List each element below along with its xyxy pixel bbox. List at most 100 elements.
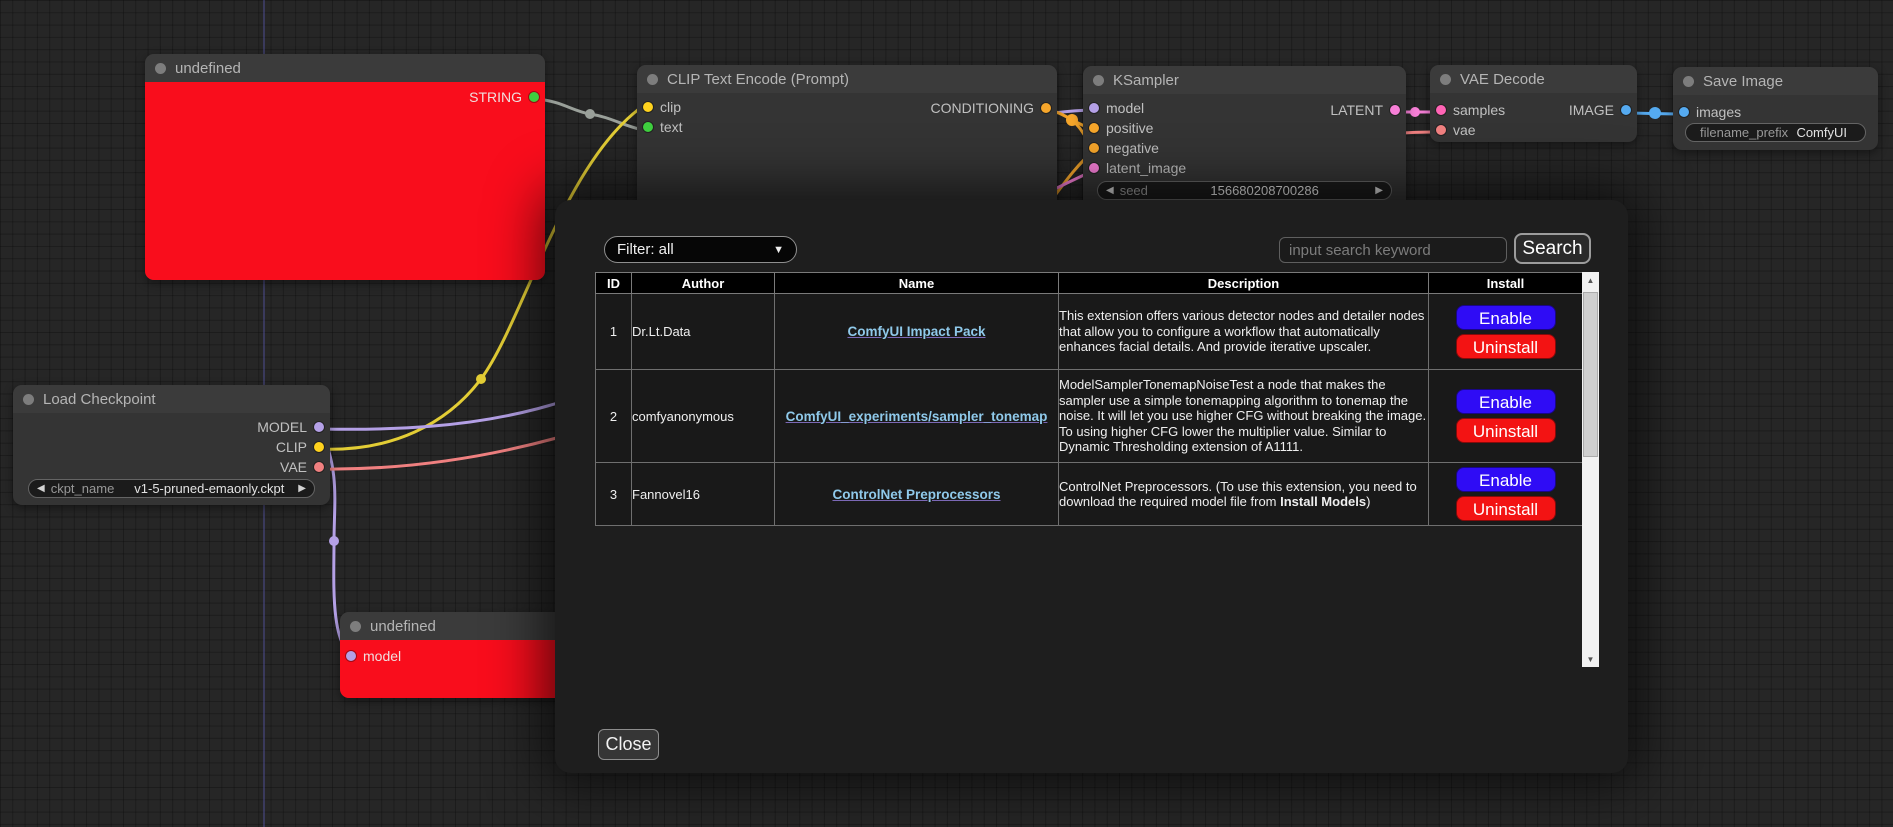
uninstall-button[interactable]: Uninstall: [1456, 496, 1556, 521]
wire-conditioning-reroute-dot: [1066, 114, 1078, 126]
filename-prefix-widget[interactable]: filename_prefix ComfyUI: [1685, 123, 1866, 142]
node-collapse-dot[interactable]: [23, 394, 34, 405]
input-port-vae[interactable]: vae: [1436, 123, 1476, 137]
node-collapse-dot[interactable]: [1683, 76, 1694, 87]
node-title: CLIP Text Encode (Prompt): [667, 71, 849, 88]
cell-description: ModelSamplerTonemapNoiseTest a node that…: [1059, 370, 1429, 463]
node-titlebar[interactable]: KSampler: [1083, 66, 1406, 94]
output-port-vae[interactable]: VAE: [280, 460, 324, 474]
table-scrollbar[interactable]: ▲ ▼: [1582, 272, 1599, 667]
cell-author: comfyanonymous: [632, 370, 775, 463]
cell-description: This extension offers various detector n…: [1059, 294, 1429, 370]
input-port-negative[interactable]: negative: [1089, 141, 1159, 155]
node-titlebar[interactable]: VAE Decode: [1430, 65, 1637, 93]
port-dot-samples[interactable]: [1436, 105, 1446, 115]
port-dot-model-out[interactable]: [314, 422, 324, 432]
port-dot-text[interactable]: [643, 122, 653, 132]
table-row: 2 comfyanonymous ComfyUI_experiments/sam…: [596, 370, 1583, 463]
input-port-text[interactable]: text: [643, 120, 683, 134]
scrollbar-down-icon[interactable]: ▼: [1582, 651, 1599, 667]
node-titlebar[interactable]: CLIP Text Encode (Prompt): [637, 65, 1057, 93]
extension-link[interactable]: ComfyUI Impact Pack: [847, 324, 985, 339]
port-label: VAE: [280, 459, 307, 475]
output-port-image[interactable]: IMAGE: [1569, 103, 1631, 117]
port-dot-string[interactable]: [529, 92, 539, 102]
port-dot-positive[interactable]: [1089, 123, 1099, 133]
filter-select[interactable]: Filter: all ▼: [604, 236, 797, 263]
node-collapse-dot[interactable]: [350, 621, 361, 632]
port-dot-clip-out[interactable]: [314, 442, 324, 452]
port-dot-conditioning[interactable]: [1041, 103, 1051, 113]
output-port-clip[interactable]: CLIP: [276, 440, 324, 454]
node-load-checkpoint[interactable]: Load Checkpoint MODEL CLIP VAE ◀ ckpt_na…: [13, 385, 330, 505]
widget-increment-icon[interactable]: ▶: [298, 484, 306, 494]
enable-button[interactable]: Enable: [1456, 305, 1556, 330]
port-dot-vae-out[interactable]: [314, 462, 324, 472]
filter-selected-value: Filter: all: [617, 241, 674, 258]
port-dot-latent[interactable]: [1390, 105, 1400, 115]
extension-link[interactable]: ControlNet Preprocessors: [832, 487, 1000, 502]
node-titlebar[interactable]: Save Image: [1673, 67, 1878, 95]
node-titlebar[interactable]: undefined: [145, 54, 545, 82]
widget-decrement-icon[interactable]: ◀: [1106, 186, 1114, 196]
port-dot-model[interactable]: [1089, 103, 1099, 113]
close-button[interactable]: Close: [598, 729, 659, 760]
widget-increment-icon[interactable]: ▶: [1375, 186, 1383, 196]
node-undefined-top[interactable]: undefined STRING: [145, 54, 545, 280]
node-collapse-dot[interactable]: [647, 74, 658, 85]
output-port-latent[interactable]: LATENT: [1330, 103, 1400, 117]
input-port-clip[interactable]: clip: [643, 100, 681, 114]
header-name: Name: [775, 273, 1059, 294]
input-port-positive[interactable]: positive: [1089, 121, 1153, 135]
wire-latent-reroute-dot: [1410, 107, 1420, 117]
node-save-image[interactable]: Save Image images filename_prefix ComfyU…: [1673, 67, 1878, 150]
node-titlebar[interactable]: Load Checkpoint: [13, 385, 330, 413]
output-port-conditioning[interactable]: CONDITIONING: [931, 101, 1051, 115]
port-label: STRING: [469, 89, 522, 105]
port-dot-model-in[interactable]: [346, 651, 356, 661]
widget-value[interactable]: ComfyUI: [1794, 125, 1857, 140]
port-label: LATENT: [1330, 102, 1383, 118]
input-port-model[interactable]: model: [346, 649, 401, 663]
ckpt-name-widget[interactable]: ◀ ckpt_name v1-5-pruned-emaonly.ckpt ▶: [28, 479, 315, 498]
port-label: vae: [1453, 122, 1476, 138]
wire-string-reroute-dot: [585, 109, 595, 119]
port-dot-clip[interactable]: [643, 102, 653, 112]
port-label: CONDITIONING: [931, 100, 1034, 116]
node-vae-decode[interactable]: VAE Decode samples vae IMAGE: [1430, 65, 1637, 142]
widget-value[interactable]: 156680208700286: [1154, 183, 1375, 198]
scrollbar-up-icon[interactable]: ▲: [1582, 272, 1599, 288]
node-ksampler[interactable]: KSampler model positive negative latent_…: [1083, 66, 1406, 211]
description-text: ): [1366, 494, 1370, 509]
scrollbar-thumb[interactable]: [1583, 292, 1598, 457]
port-dot-negative[interactable]: [1089, 143, 1099, 153]
input-port-latent-image[interactable]: latent_image: [1089, 161, 1186, 175]
port-dot-latent-image[interactable]: [1089, 163, 1099, 173]
enable-button[interactable]: Enable: [1456, 467, 1556, 492]
input-port-images[interactable]: images: [1679, 105, 1741, 119]
input-port-samples[interactable]: samples: [1436, 103, 1505, 117]
table-row: 1 Dr.Lt.Data ComfyUI Impact Pack This ex…: [596, 294, 1583, 370]
search-button[interactable]: Search: [1514, 233, 1591, 264]
enable-button[interactable]: Enable: [1456, 389, 1556, 414]
node-collapse-dot[interactable]: [1093, 75, 1104, 86]
node-collapse-dot[interactable]: [1440, 74, 1451, 85]
extension-manager-dialog: Filter: all ▼ Search ID Author Name Desc…: [555, 200, 1628, 773]
widget-value[interactable]: v1-5-pruned-emaonly.ckpt: [120, 481, 298, 496]
widget-decrement-icon[interactable]: ◀: [37, 484, 45, 494]
output-port-string[interactable]: STRING: [469, 90, 539, 104]
input-port-model[interactable]: model: [1089, 101, 1144, 115]
output-port-model[interactable]: MODEL: [257, 420, 324, 434]
seed-widget[interactable]: ◀ seed 156680208700286 ▶: [1097, 181, 1392, 200]
port-dot-vae[interactable]: [1436, 125, 1446, 135]
search-input[interactable]: [1279, 237, 1507, 263]
extension-link[interactable]: ComfyUI_experiments/sampler_tonemap: [786, 409, 1048, 424]
comfyui-canvas[interactable]: undefined STRING CLIP Text Encode (Promp…: [0, 0, 1893, 827]
description-bold-text: Install Models: [1280, 494, 1366, 509]
uninstall-button[interactable]: Uninstall: [1456, 334, 1556, 359]
uninstall-button[interactable]: Uninstall: [1456, 418, 1556, 443]
port-dot-image[interactable]: [1621, 105, 1631, 115]
node-clip-text-encode[interactable]: CLIP Text Encode (Prompt) clip text COND…: [637, 65, 1057, 215]
node-collapse-dot[interactable]: [155, 63, 166, 74]
port-dot-images[interactable]: [1679, 107, 1689, 117]
